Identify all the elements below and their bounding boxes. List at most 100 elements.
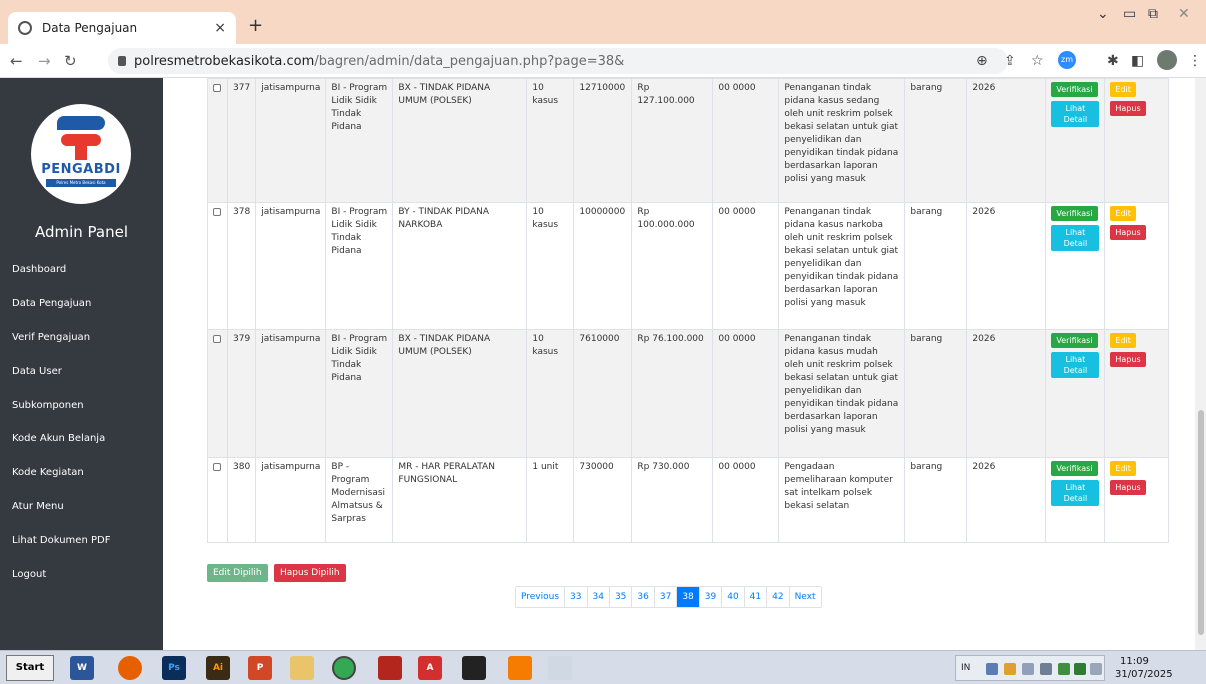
lihat-detail-button[interactable]: Lihat Detail bbox=[1051, 225, 1100, 251]
page-link[interactable]: 37 bbox=[654, 587, 678, 607]
tray-app-icon[interactable] bbox=[1040, 663, 1052, 675]
page-link[interactable]: 41 bbox=[744, 587, 768, 607]
tab-close-icon[interactable]: × bbox=[214, 20, 226, 36]
verifikasi-button[interactable]: Verifikasi bbox=[1051, 461, 1098, 476]
cell-uraian: Penanganan tindak pidana kasus narkoba o… bbox=[778, 202, 906, 330]
photoshop-icon[interactable]: Ps bbox=[162, 656, 186, 680]
clock-time[interactable]: 11:09 bbox=[1120, 656, 1149, 667]
new-tab-button[interactable]: + bbox=[248, 15, 263, 36]
tab-search-icon[interactable]: ⌄ bbox=[1097, 6, 1109, 22]
row-checkbox[interactable] bbox=[213, 463, 221, 471]
cell-kode: 00 0000 bbox=[712, 202, 780, 330]
edit-selected-button[interactable]: Edit Dipilih bbox=[207, 564, 268, 582]
scrollbar-thumb[interactable] bbox=[1198, 410, 1204, 635]
row-checkbox[interactable] bbox=[213, 84, 221, 92]
page-link[interactable]: 35 bbox=[609, 587, 633, 607]
close-window-icon[interactable]: ✕ bbox=[1178, 6, 1190, 22]
acrobat-icon[interactable]: A bbox=[418, 656, 442, 680]
page-link-active[interactable]: 38 bbox=[677, 587, 700, 607]
verifikasi-button[interactable]: Verifikasi bbox=[1051, 82, 1098, 97]
page-next[interactable]: Next bbox=[789, 587, 821, 607]
sidebar-item-atur-menu[interactable]: Atur Menu bbox=[12, 501, 64, 512]
zoom-icon[interactable]: ⊕ bbox=[976, 53, 988, 69]
hapus-button[interactable]: Hapus bbox=[1110, 225, 1146, 240]
restore-icon[interactable]: ⧉ bbox=[1148, 6, 1158, 22]
minimize-icon[interactable]: ▭ bbox=[1123, 6, 1136, 22]
sidebar-item-kode-akun-belanja[interactable]: Kode Akun Belanja bbox=[12, 433, 105, 444]
table-row: 378 jatisampurna BI - Program Lidik Sidi… bbox=[207, 202, 1170, 330]
sidebar-item-kode-kegiatan[interactable]: Kode Kegiatan bbox=[12, 467, 84, 478]
verifikasi-button[interactable]: Verifikasi bbox=[1051, 333, 1098, 348]
sidebar-item-dashboard[interactable]: Dashboard bbox=[12, 264, 66, 275]
volume-icon[interactable] bbox=[1090, 663, 1102, 675]
terminal-icon[interactable] bbox=[462, 656, 486, 680]
illustrator-icon[interactable]: Ai bbox=[206, 656, 230, 680]
page-link[interactable]: 33 bbox=[565, 587, 588, 607]
lihat-detail-button[interactable]: Lihat Detail bbox=[1051, 352, 1100, 378]
edit-button[interactable]: Edit bbox=[1110, 461, 1136, 476]
network-app-icon[interactable] bbox=[548, 656, 572, 680]
sidebar-item-data-user[interactable]: Data User bbox=[12, 366, 62, 377]
share-icon[interactable]: ⇪ bbox=[1004, 53, 1016, 69]
table-row: 380 jatisampurna BP - Program Modernisas… bbox=[207, 457, 1170, 543]
zoom-extension-icon[interactable]: zm bbox=[1058, 51, 1076, 69]
edit-button[interactable]: Edit bbox=[1110, 82, 1136, 97]
cell-jenis: barang bbox=[904, 457, 968, 543]
forward-icon[interactable]: → bbox=[38, 52, 51, 70]
clock-date[interactable]: 31/07/2025 bbox=[1115, 669, 1173, 680]
drive-icon[interactable] bbox=[1074, 663, 1086, 675]
back-icon[interactable]: ← bbox=[10, 52, 23, 70]
cell-actions-edit: Edit Hapus bbox=[1104, 78, 1170, 203]
page-link[interactable]: 40 bbox=[722, 587, 745, 607]
firefox-icon[interactable] bbox=[118, 656, 142, 680]
powerpoint-icon[interactable]: P bbox=[248, 656, 272, 680]
delete-selected-button[interactable]: Hapus Dipilih bbox=[274, 564, 346, 582]
lihat-detail-button[interactable]: Lihat Detail bbox=[1051, 480, 1100, 506]
reload-icon[interactable]: ↻ bbox=[64, 52, 77, 70]
hapus-button[interactable]: Hapus bbox=[1110, 101, 1146, 116]
hapus-button[interactable]: Hapus bbox=[1110, 352, 1146, 367]
sidebar-item-subkomponen[interactable]: Subkomponen bbox=[12, 400, 84, 411]
folder-icon[interactable] bbox=[290, 656, 314, 680]
start-button[interactable]: Start bbox=[6, 655, 54, 681]
row-checkbox-cell[interactable] bbox=[207, 78, 228, 203]
row-checkbox-cell[interactable] bbox=[207, 329, 228, 458]
menu-dots-icon[interactable]: ⋮ bbox=[1188, 53, 1202, 69]
side-panel-icon[interactable]: ◧ bbox=[1131, 53, 1144, 69]
sidebar-item-data-pengajuan[interactable]: Data Pengajuan bbox=[12, 298, 91, 309]
profile-avatar[interactable] bbox=[1157, 50, 1177, 70]
page-link[interactable]: 39 bbox=[699, 587, 723, 607]
lihat-detail-button[interactable]: Lihat Detail bbox=[1051, 101, 1100, 127]
tray-app-icon[interactable] bbox=[986, 663, 998, 675]
hapus-button[interactable]: Hapus bbox=[1110, 480, 1146, 495]
sidebar-item-logout[interactable]: Logout bbox=[12, 569, 46, 580]
flag-icon[interactable] bbox=[1022, 663, 1034, 675]
verifikasi-button[interactable]: Verifikasi bbox=[1051, 206, 1098, 221]
app-red-icon[interactable] bbox=[378, 656, 402, 680]
cell-actions-verif: Verifikasi Lihat Detail bbox=[1045, 329, 1106, 458]
sidebar-item-lihat-dokumen-pdf[interactable]: Lihat Dokumen PDF bbox=[12, 535, 110, 546]
row-checkbox[interactable] bbox=[213, 335, 221, 343]
page-link[interactable]: 34 bbox=[587, 587, 610, 607]
chrome-icon[interactable] bbox=[332, 656, 356, 680]
page-link[interactable]: 36 bbox=[632, 587, 655, 607]
app-orange-icon[interactable] bbox=[508, 656, 532, 680]
edit-button[interactable]: Edit bbox=[1110, 206, 1136, 221]
word-icon[interactable]: W bbox=[70, 656, 94, 680]
page-previous[interactable]: Previous bbox=[516, 587, 566, 607]
bookmark-star-icon[interactable]: ☆ bbox=[1031, 53, 1044, 69]
page-link[interactable]: 42 bbox=[767, 587, 790, 607]
edit-button[interactable]: Edit bbox=[1110, 333, 1136, 348]
tray-app-icon[interactable] bbox=[1004, 663, 1016, 675]
sidebar-item-verif-pengajuan[interactable]: Verif Pengajuan bbox=[12, 332, 90, 343]
cell-kegiatan: BY - TINDAK PIDANA NARKOBA bbox=[392, 202, 528, 330]
language-indicator[interactable]: IN bbox=[961, 663, 970, 673]
cell-program: BI - Program Lidik Sidik Tindak Pidana bbox=[325, 329, 394, 458]
extensions-icon[interactable]: ✱ bbox=[1107, 53, 1119, 69]
row-checkbox-cell[interactable] bbox=[207, 457, 228, 543]
url-field[interactable]: polresmetrobekasikota.com/bagren/admin/d… bbox=[108, 48, 1008, 74]
row-checkbox[interactable] bbox=[213, 208, 221, 216]
row-checkbox-cell[interactable] bbox=[207, 202, 228, 330]
network-icon[interactable] bbox=[1058, 663, 1070, 675]
browser-tab[interactable]: Data Pengajuan × bbox=[8, 12, 236, 44]
